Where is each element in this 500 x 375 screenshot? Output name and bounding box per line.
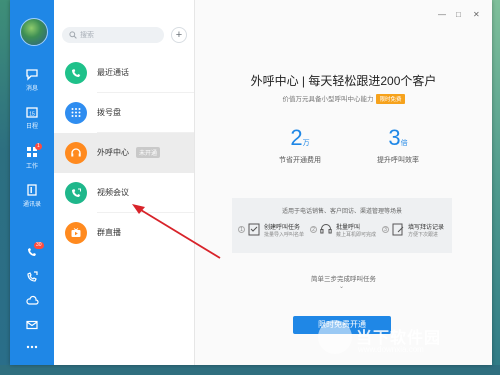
svg-text:15: 15	[29, 112, 35, 118]
stat-unit: 倍	[400, 140, 408, 147]
dialpad-icon	[65, 102, 87, 124]
feature-list-panel: 搜索 + 最近通话 拨号盘 外呼中心 未开通 视频会议 群直播	[54, 0, 195, 365]
list-item-recent-calls[interactable]: 最近通话	[54, 53, 194, 93]
headset-icon	[65, 142, 87, 164]
headset-icon	[320, 224, 332, 234]
stat-savings: 2万 节省开通费用	[255, 125, 345, 165]
avatar[interactable]	[20, 18, 48, 46]
step-number: 2	[310, 226, 317, 233]
desktop-background-right	[492, 0, 500, 375]
subtitle-text: 价值万元具备小型呼叫中心能力	[282, 96, 374, 103]
nav-work-label: 工作	[25, 164, 38, 170]
search-input[interactable]: 搜索	[62, 27, 164, 43]
list-item-label: 拨号盘	[97, 108, 121, 117]
nav-calendar-label: 日程	[25, 124, 38, 130]
close-icon[interactable]: ✕	[473, 10, 480, 19]
stat-unit: 万	[302, 140, 310, 147]
list-item-video-meeting[interactable]: 视频会议	[54, 173, 194, 213]
step-number: 3	[382, 226, 389, 233]
list-item-label: 最近通话	[97, 68, 129, 77]
nav-rail: 消息 15 日程 1 工作 通讯录 30	[10, 0, 54, 365]
stat-number: 3	[388, 125, 401, 150]
nav-contacts[interactable]: 通讯录	[10, 183, 54, 208]
chevron-down-icon[interactable]: ⌄	[339, 283, 344, 290]
status-badge: 未开通	[136, 147, 161, 158]
workflow-caption: 适用于电话销售、客户回访、渠道管理等场景	[281, 209, 402, 215]
step-desc: 方便下次跟进	[408, 232, 439, 238]
nav-cloud[interactable]	[10, 294, 54, 308]
more-icon	[26, 345, 38, 349]
free-badge: 限时免费	[376, 94, 405, 104]
stat-description: 节省开通费用	[279, 157, 321, 164]
nav-mail[interactable]	[10, 318, 54, 332]
contacts-icon	[27, 184, 37, 196]
search-placeholder: 搜索	[80, 32, 94, 39]
cloud-icon	[26, 295, 39, 305]
nav-call-forward[interactable]: 30	[10, 242, 54, 259]
watermark: 当下软件园 www.downxia.com	[318, 320, 493, 370]
call-badge: 30	[34, 242, 44, 249]
outbound-center-panel: — □ ✕ 外呼中心 | 每天轻松跟进200个客户 价值万元具备小型呼叫中心能力…	[195, 0, 492, 365]
live-icon	[65, 222, 87, 244]
search-icon	[69, 31, 77, 39]
nav-calendar[interactable]: 15 日程	[10, 105, 54, 130]
page-title: 外呼中心 | 每天轻松跟进200个客户	[250, 74, 437, 88]
video-call-icon	[65, 182, 87, 204]
calendar-icon: 15	[26, 107, 38, 118]
nav-phone-transfer[interactable]	[10, 270, 54, 284]
list-item-group-live[interactable]: 群直播	[54, 213, 194, 253]
chat-icon	[26, 69, 38, 81]
watermark-logo-icon	[318, 320, 352, 354]
nav-work[interactable]: 1 工作	[10, 143, 54, 170]
list-item-dialpad[interactable]: 拨号盘	[54, 93, 194, 133]
three-steps-text: 简单三步完成呼叫任务	[311, 276, 376, 283]
nav-more[interactable]	[10, 340, 54, 354]
list-item-label: 视频会议	[97, 188, 129, 197]
work-badge: 1	[35, 143, 42, 150]
list-item-label: 群直播	[97, 228, 121, 237]
workflow-box: 适用于电话销售、客户回访、渠道管理等场景 1 创建呼叫任务 批量导入呼叫名单 2…	[232, 198, 452, 253]
stat-description: 提升呼叫效率	[377, 157, 419, 164]
stat-efficiency: 3倍 提升呼叫效率	[353, 125, 443, 165]
minimize-icon[interactable]: —	[438, 10, 446, 19]
maximize-icon[interactable]: □	[456, 10, 461, 19]
desktop-background-left	[0, 0, 10, 375]
nav-messages-label: 消息	[25, 86, 38, 92]
phone-icon	[65, 62, 87, 84]
step-title: 批量呼叫	[336, 225, 361, 231]
nav-messages[interactable]: 消息	[10, 67, 54, 92]
page-subtitle: 价值万元具备小型呼叫中心能力 限时免费	[195, 93, 492, 104]
add-button[interactable]: +	[171, 27, 187, 43]
watermark-url: www.downxia.com	[358, 345, 424, 354]
app-window: 消息 15 日程 1 工作 通讯录 30 搜索 + 最近通话 拨号盘 外呼中心 …	[10, 0, 492, 365]
step-desc: 戴上耳机即可完成	[336, 232, 377, 238]
list-item-label: 外呼中心	[97, 148, 129, 157]
mail-icon	[26, 320, 38, 330]
nav-contacts-label: 通讯录	[22, 202, 41, 208]
checklist-icon	[248, 223, 260, 236]
step-title: 创建呼叫任务	[264, 225, 301, 231]
step-desc: 批量导入呼叫名单	[264, 232, 305, 238]
step-title: 填写拜访记录	[408, 225, 445, 231]
edit-icon	[392, 223, 404, 236]
step-number: 1	[238, 226, 245, 233]
list-item-outbound-center[interactable]: 外呼中心 未开通	[54, 133, 194, 173]
phone-transfer-icon	[27, 271, 38, 282]
stat-number: 2	[290, 125, 303, 150]
